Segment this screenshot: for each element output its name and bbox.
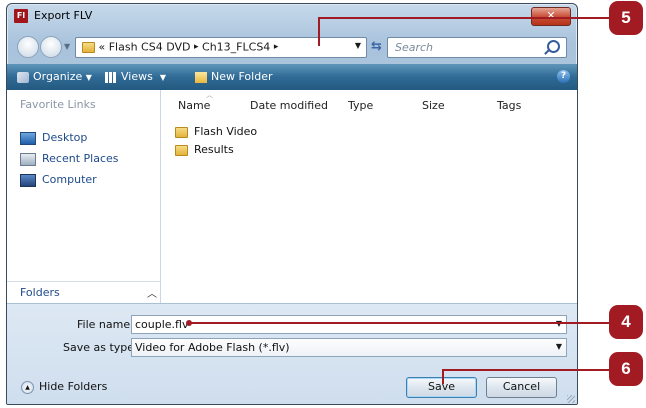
organize-label: Organize — [33, 70, 83, 83]
help-icon[interactable]: ? — [557, 70, 570, 83]
column-header-name[interactable]: Name — [178, 99, 210, 112]
new-folder-button[interactable]: New Folder — [195, 70, 272, 83]
callout-6-line — [442, 369, 610, 371]
callout-4-line — [190, 322, 610, 324]
flash-app-icon: Fl — [14, 9, 28, 23]
favorite-link-recent-places[interactable]: Recent Places — [20, 152, 119, 166]
column-header-size[interactable]: Size — [422, 99, 445, 112]
chevron-up-icon[interactable]: ︿ — [147, 285, 157, 300]
history-dropdown-icon[interactable]: ▼ — [64, 42, 70, 51]
computer-label: Computer — [42, 173, 97, 186]
address-chevrons[interactable]: « — [99, 41, 106, 54]
organize-icon — [17, 71, 29, 83]
save-as-type-label: Save as type: — [63, 341, 138, 354]
command-toolbar: Organize ▼ Views ▼ New Folder ? — [7, 64, 577, 90]
breadcrumb-ch13-flcs4[interactable]: Ch13_FLCS4 — [202, 41, 270, 54]
breadcrumb-separator-icon[interactable]: ▸ — [274, 42, 279, 52]
address-dropdown-icon[interactable]: ▼ — [355, 41, 361, 50]
list-item[interactable]: Results — [175, 143, 234, 156]
computer-icon — [20, 173, 36, 187]
callout-5-badge: 5 — [609, 1, 643, 35]
column-header-date-modified[interactable]: Date modified — [250, 99, 328, 112]
column-header-type[interactable]: Type — [348, 99, 373, 112]
search-icon[interactable] — [547, 40, 560, 53]
desktop-icon — [20, 131, 36, 145]
resize-grip[interactable] — [567, 395, 575, 403]
refresh-icon[interactable]: ⇆ — [371, 39, 382, 54]
breadcrumb-separator-icon[interactable]: ▸ — [194, 42, 199, 52]
hide-folders-button[interactable]: ▲ Hide Folders — [21, 380, 107, 394]
cancel-button[interactable]: Cancel — [486, 377, 557, 398]
address-bar[interactable]: « Flash CS4 DVD ▸ Ch13_FLCS4 ▸ ▼ — [75, 37, 367, 58]
address-row: ▼ « Flash CS4 DVD ▸ Ch13_FLCS4 ▸ ▼ ⇆ Sea… — [7, 32, 577, 60]
save-as-type-select[interactable]: Video for Adobe Flash (*.flv) ▼ — [131, 338, 567, 357]
list-item[interactable]: Flash Video — [175, 125, 257, 138]
folder-icon — [175, 126, 188, 138]
window-title: Export FLV — [34, 9, 93, 22]
callout-6-line-vertical — [442, 370, 444, 384]
callout-6-badge: 6 — [609, 352, 643, 386]
back-button[interactable] — [17, 36, 39, 58]
list-item-label: Results — [194, 143, 234, 156]
new-folder-icon — [195, 71, 207, 83]
column-name-label: Name — [178, 99, 211, 112]
folder-icon — [175, 144, 188, 156]
hide-folders-label: Hide Folders — [39, 380, 108, 393]
new-folder-label: New Folder — [211, 70, 273, 83]
save-as-type-value: Video for Adobe Flash (*.flv) — [135, 341, 290, 354]
favorite-links-heading: Favorite Links — [20, 98, 96, 111]
file-name-field[interactable]: couple.flv ▼ — [131, 315, 567, 334]
list-item-label: Flash Video — [194, 125, 258, 138]
file-list: Name ︿ Date modified Type Size Tags Flas… — [161, 90, 577, 303]
callout-5-line-vertical — [318, 18, 320, 46]
folder-icon — [82, 41, 95, 53]
desktop-label: Desktop — [42, 131, 88, 144]
callout-4-badge: 4 — [609, 305, 643, 339]
forward-button[interactable] — [40, 36, 62, 58]
recent-places-label: Recent Places — [42, 152, 119, 165]
chevron-down-icon[interactable]: ▼ — [556, 342, 562, 351]
file-name-value: couple.flv — [135, 318, 189, 331]
export-flv-dialog: Fl Export FLV ✕ ▼ « Flash CS4 DVD ▸ Ch13… — [6, 3, 578, 405]
column-header-tags[interactable]: Tags — [497, 99, 521, 112]
chevron-up-icon: ▲ — [21, 380, 34, 394]
favorite-link-desktop[interactable]: Desktop — [20, 131, 87, 145]
folders-label: Folders — [20, 286, 60, 299]
search-placeholder: Search — [395, 41, 434, 54]
recent-places-icon — [20, 152, 36, 166]
breadcrumb-flash-cs4-dvd[interactable]: Flash CS4 DVD — [109, 41, 191, 54]
organize-button[interactable]: Organize ▼ — [17, 70, 92, 83]
views-button[interactable]: Views ▼ — [105, 70, 166, 83]
sort-arrow-icon: ︿ — [206, 91, 213, 99]
file-name-label: File name: — [77, 318, 134, 331]
favorite-link-computer[interactable]: Computer — [20, 173, 97, 187]
title-bar: Fl Export FLV ✕ — [7, 4, 577, 28]
search-input[interactable]: Search — [387, 37, 567, 58]
navigation-pane: Favorite Links Desktop Recent Places Com… — [7, 90, 161, 303]
views-label: Views — [121, 70, 153, 83]
views-icon — [105, 71, 117, 83]
callout-5-line — [318, 17, 610, 19]
folders-toggle[interactable]: Folders ︿ — [7, 281, 160, 303]
save-panel: File name: couple.flv ▼ Save as type: Vi… — [7, 303, 577, 404]
